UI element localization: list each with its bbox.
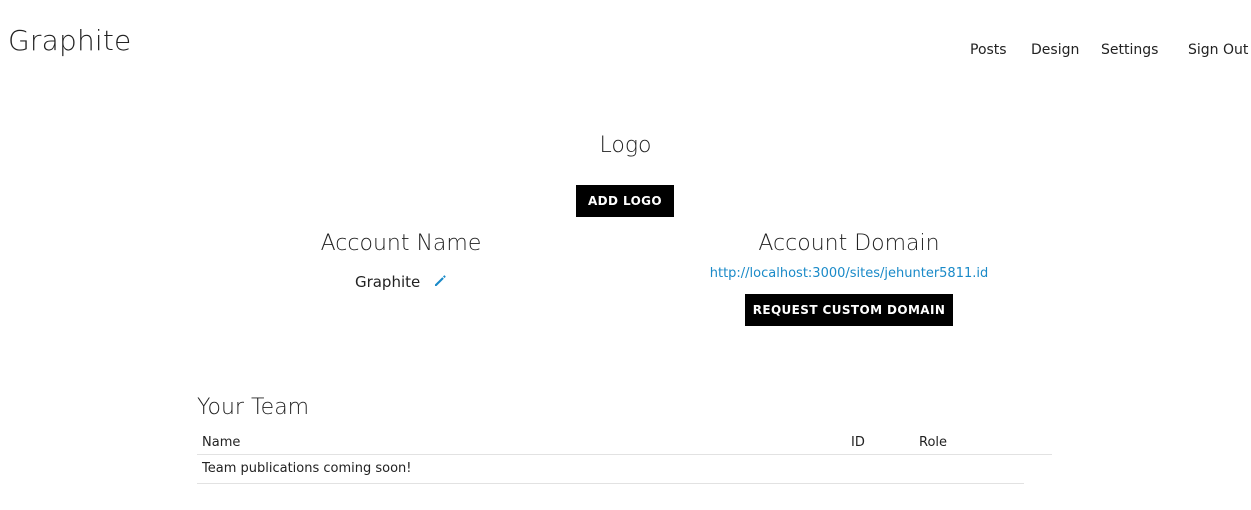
add-logo-button[interactable]: ADD LOGO — [576, 185, 674, 217]
table-row: Team publications coming soon! — [197, 454, 1052, 483]
account-name-value: Graphite — [354, 273, 421, 291]
table-row-divider — [197, 483, 1024, 484]
account-name-title: Account Name — [320, 231, 482, 256]
request-custom-domain-button[interactable]: REQUEST CUSTOM DOMAIN — [745, 294, 953, 326]
nav-posts-link[interactable]: Posts — [970, 42, 1007, 58]
nav-design-link[interactable]: Design — [1031, 42, 1079, 58]
account-domain-link[interactable]: http://localhost:3000/sites/jehunter5811… — [674, 266, 1024, 281]
app-root: Graphite Posts Design Settings Sign Out … — [0, 0, 1251, 510]
team-column-name: Name — [197, 432, 846, 455]
team-empty-message: Team publications coming soon! — [202, 461, 412, 477]
account-name-row: Graphite — [276, 273, 526, 291]
nav-sign-out-link[interactable]: Sign Out — [1188, 42, 1248, 58]
team-section-title: Your Team — [197, 395, 310, 420]
nav-settings-link[interactable]: Settings — [1101, 42, 1158, 58]
pencil-icon[interactable] — [433, 274, 447, 288]
team-table-header-row: Name ID Role — [197, 432, 1052, 455]
account-domain-title: Account Domain — [758, 231, 940, 256]
top-nav: Posts Design Settings Sign Out — [0, 42, 1251, 60]
team-table: Name ID Role Team publications coming so… — [197, 432, 1052, 483]
team-column-id: ID — [846, 432, 914, 455]
team-column-role: Role — [914, 432, 1052, 455]
logo-section-title: Logo — [599, 133, 652, 158]
